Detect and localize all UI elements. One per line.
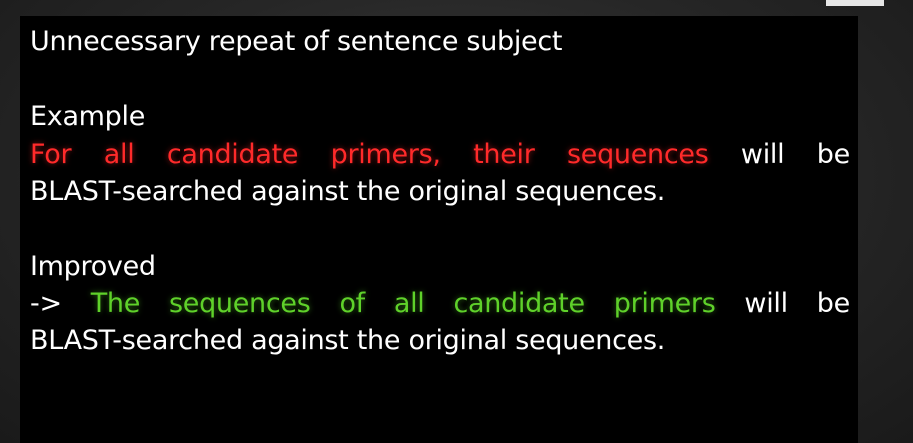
- improved-word-subject: primers: [613, 288, 716, 319]
- improved-word: be: [816, 288, 850, 319]
- example-word-subject: For: [30, 139, 72, 170]
- example-word: be: [816, 139, 850, 170]
- improved-word-subject: The: [90, 288, 141, 319]
- improved-label: Improved: [30, 251, 156, 282]
- example-word-subject: candidate: [166, 139, 299, 170]
- example-word: will: [740, 139, 785, 170]
- example-label: Example: [30, 101, 146, 132]
- slide-heading: Unnecessary repeat of sentence subject: [30, 26, 563, 57]
- example-line-2: BLAST-searched against the original sequ…: [30, 176, 666, 207]
- example-word-subject: their: [473, 139, 535, 170]
- improved-word: will: [744, 288, 788, 319]
- improved-arrow: ->: [30, 288, 62, 319]
- improved-word-subject: sequences: [169, 288, 311, 319]
- improved-word-subject: candidate: [453, 288, 585, 319]
- improved-line-1: -> The sequences of all candidate primer…: [30, 286, 850, 322]
- example-word-subject: sequences: [566, 139, 709, 170]
- example-word-subject: all: [103, 139, 135, 170]
- improved-word-subject: all: [393, 288, 425, 319]
- slide-text-box: Unnecessary repeat of sentence subject E…: [20, 16, 858, 443]
- improved-line-2: BLAST-searched against the original sequ…: [30, 325, 666, 356]
- improved-word-subject: of: [339, 288, 365, 319]
- top-indicator-bar: [826, 0, 884, 6]
- example-word-subject: primers,: [330, 139, 441, 170]
- example-line-1: For all candidate primers, their sequenc…: [30, 137, 850, 173]
